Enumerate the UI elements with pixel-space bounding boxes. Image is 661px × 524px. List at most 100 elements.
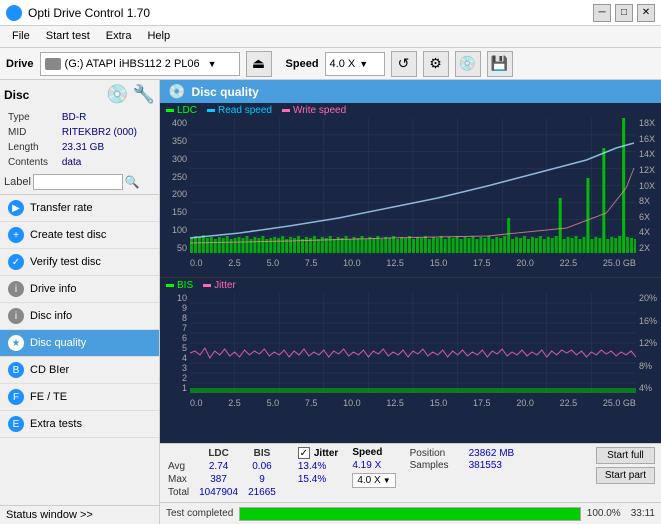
speed-dropdown-container: 4.0 X ▼	[352, 473, 395, 488]
eject-button[interactable]: ⏏	[246, 51, 272, 77]
disc-section: Disc 💿 🔧 Type BD-R MID RITEKBR2 (000) Le…	[0, 80, 159, 195]
nav-fe-te[interactable]: F FE / TE	[0, 384, 159, 411]
top-chart-svg	[190, 118, 636, 253]
menu-file[interactable]: File	[4, 28, 38, 45]
legend-read-speed: Read speed	[207, 105, 272, 116]
y-label-150: 150	[172, 207, 187, 217]
bis-legend-dot	[166, 284, 174, 287]
start-part-button[interactable]: Start part	[596, 467, 655, 484]
start-full-button[interactable]: Start full	[596, 447, 655, 464]
progress-bar-outer	[239, 507, 581, 521]
x-label-7.5: 7.5	[305, 258, 318, 268]
y-right-14x: 14X	[639, 149, 655, 159]
charts-area: LDC Read speed Write speed 400	[160, 103, 661, 443]
menu-extra[interactable]: Extra	[98, 28, 140, 45]
stats-total-label: Total	[166, 486, 197, 499]
length-label: Length	[6, 141, 58, 154]
status-window[interactable]: Status window >>	[0, 505, 159, 524]
x-label-10.0: 10.0	[343, 258, 361, 268]
refresh-button[interactable]: ↺	[391, 51, 417, 77]
y-right-12x: 12X	[639, 165, 655, 175]
toolbar: Drive (G:) ATAPI iHBS112 2 PL06 ▼ ⏏ Spee…	[0, 48, 661, 80]
nav-disc-info[interactable]: i Disc info	[0, 303, 159, 330]
nav-extra-tests[interactable]: E Extra tests	[0, 411, 159, 438]
stats-total-bis: 21665	[246, 486, 284, 499]
read-speed-legend-label: Read speed	[218, 105, 272, 116]
disc-button[interactable]: 💿	[455, 51, 481, 77]
drive-info-icon: i	[8, 281, 24, 297]
nav-disc-quality[interactable]: ★ Disc quality	[0, 330, 159, 357]
transfer-rate-icon: ▶	[8, 200, 24, 216]
save-button[interactable]: 💾	[487, 51, 513, 77]
b-y-right-20: 20%	[639, 293, 657, 303]
bottom-x-axis: 0.0 2.5 5.0 7.5 10.0 12.5 15.0 17.5 20.0…	[190, 393, 636, 413]
drive-dropdown-arrow: ▼	[208, 59, 217, 69]
b-y-label-6: 6	[182, 333, 187, 343]
nav-drive-info[interactable]: i Drive info	[0, 276, 159, 303]
b-y-label-3: 3	[182, 363, 187, 373]
drive-label: Drive	[6, 58, 34, 70]
progress-time: 33:11	[631, 508, 655, 519]
jitter-checkbox[interactable]: ✓	[298, 447, 310, 459]
b-y-label-1: 1	[182, 383, 187, 393]
b-y-label-4: 4	[182, 353, 187, 363]
y-right-4x: 4X	[639, 227, 650, 237]
stats-header-empty	[166, 447, 197, 460]
action-buttons: Start full Start part	[596, 447, 655, 484]
y-right-8x: 8X	[639, 196, 650, 206]
speed-stats-dropdown[interactable]: 4.0 X ▼	[352, 473, 395, 488]
nav-create-test-disc[interactable]: + Create test disc	[0, 222, 159, 249]
nav-cd-bier-label: CD BIer	[30, 364, 69, 376]
disc-info-icon: i	[8, 308, 24, 324]
title-bar: Opti Drive Control 1.70 ─ □ ✕	[0, 0, 661, 26]
disc-quality-title: Disc quality	[191, 85, 258, 99]
minimize-button[interactable]: ─	[593, 4, 611, 22]
main-content: Disc 💿 🔧 Type BD-R MID RITEKBR2 (000) Le…	[0, 80, 661, 524]
bx-label-22.5: 22.5	[560, 398, 578, 408]
bottom-chart-svg	[190, 293, 636, 393]
bx-label-2.5: 2.5	[228, 398, 241, 408]
bottom-y-axis-left: 10 9 8 7 6 5 4 3 2 1	[160, 293, 190, 393]
label-input[interactable]	[33, 174, 123, 190]
menu-start-test[interactable]: Start test	[38, 28, 98, 45]
chart-top: LDC Read speed Write speed 400	[160, 103, 661, 278]
disc-label-row: Label 🔍	[4, 174, 155, 190]
drive-select[interactable]: (G:) ATAPI iHBS112 2 PL06 ▼	[40, 52, 240, 76]
disc-quality-header: 💿 Disc quality	[160, 80, 661, 103]
nav-drive-info-label: Drive info	[30, 283, 76, 295]
nav-transfer-rate[interactable]: ▶ Transfer rate	[0, 195, 159, 222]
y-label-250: 250	[172, 172, 187, 182]
label-icon[interactable]: 🔍	[125, 175, 140, 189]
settings-button[interactable]: ⚙	[423, 51, 449, 77]
contents-value: data	[60, 156, 153, 169]
x-label-17.5: 17.5	[473, 258, 491, 268]
bx-label-25.0: 25.0 GB	[603, 398, 636, 408]
top-y-axis-left: 400 350 300 250 200 150 100 50	[160, 118, 190, 253]
menu-help[interactable]: Help	[139, 28, 178, 45]
nav-verify-test-disc[interactable]: ✓ Verify test disc	[0, 249, 159, 276]
y-label-350: 350	[172, 136, 187, 146]
speed-select[interactable]: 4.0 X ▼	[325, 52, 385, 76]
left-panel: Disc 💿 🔧 Type BD-R MID RITEKBR2 (000) Le…	[0, 80, 160, 524]
title-bar-controls[interactable]: ─ □ ✕	[593, 4, 655, 22]
close-button[interactable]: ✕	[637, 4, 655, 22]
bx-label-10.0: 10.0	[343, 398, 361, 408]
jitter-header: ✓ Jitter	[298, 447, 338, 459]
y-label-100: 100	[172, 225, 187, 235]
nav-menu: ▶ Transfer rate + Create test disc ✓ Ver…	[0, 195, 159, 505]
jitter-legend-label: Jitter	[214, 280, 236, 291]
b-y-label-2: 2	[182, 373, 187, 383]
chart-bottom: BIS Jitter 10 9 8 7 6 5	[160, 278, 661, 418]
mid-label: MID	[6, 126, 58, 139]
speed-avg: 4.19 X	[352, 460, 395, 471]
stats-header-bis: BIS	[246, 447, 284, 460]
drive-name: (G:) ATAPI iHBS112 2 PL06	[65, 58, 200, 70]
maximize-button[interactable]: □	[615, 4, 633, 22]
speed-label: Speed	[286, 58, 319, 70]
contents-label: Contents	[6, 156, 58, 169]
ldc-legend-dot	[166, 109, 174, 112]
cd-bier-icon: B	[8, 362, 24, 378]
nav-cd-bier[interactable]: B CD BIer	[0, 357, 159, 384]
bottom-legend: BIS Jitter	[160, 278, 661, 293]
y-label-300: 300	[172, 154, 187, 164]
